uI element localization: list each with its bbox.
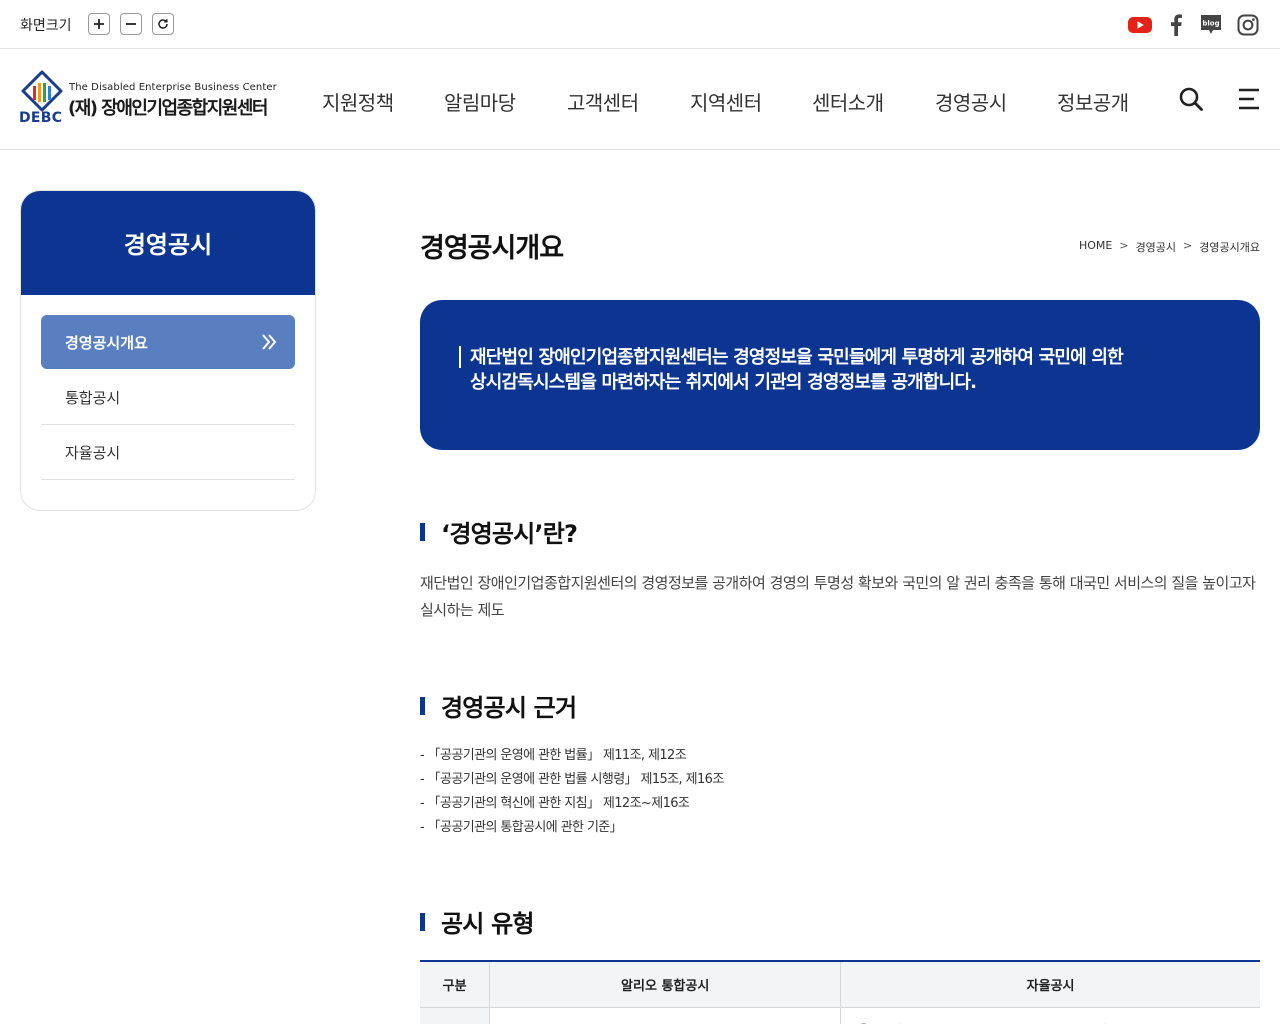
side-item-voluntary[interactable]: 자율공시: [41, 425, 295, 480]
banner-line-1: 재단법인 장애인기업종합지원센터는 경영정보을 국민들에게 투명하게 공개하여 …: [470, 347, 1124, 368]
section-marker: [420, 696, 425, 715]
table-header-voluntary: 자율공시: [840, 960, 1260, 1008]
side-item-integrated[interactable]: 통합공시: [41, 370, 295, 425]
table-header-category: 구분: [420, 960, 490, 1008]
section-marker: [420, 912, 425, 931]
hamburger-icon: [1239, 88, 1259, 110]
blog-icon: blog: [1201, 15, 1221, 34]
banner-line-2: 상시감독시스템을 마련하자는 취지에서 기관의 경영정보를 공개합니다.: [470, 372, 977, 393]
svg-text:blog: blog: [1202, 20, 1219, 28]
logo-abbreviation: DEBC: [19, 110, 63, 126]
gnb-item-disclosure[interactable]: 경영공시: [935, 87, 1007, 116]
gnb-item-support-policy[interactable]: 지원정책: [322, 87, 394, 116]
basis-list: - 「공공기관의 운영에 관한 법률」 제11조, 제12조 - 「공공기관의 …: [420, 744, 724, 840]
table-cell: 「공공기관의 운영에 관한 법률」 제11조에 따른 항목 중 센터 현안에 대: [840, 1007, 1260, 1024]
gnb-item-about[interactable]: 센터소개: [812, 87, 884, 116]
section-marker: [420, 522, 425, 541]
table-header-row: 구분 알리오 통합공시 자율공시: [420, 960, 1260, 1008]
zoom-in-button[interactable]: [88, 13, 110, 35]
facebook-link[interactable]: [1163, 12, 1189, 38]
plus-icon: [94, 19, 104, 29]
gnb-item-info-open[interactable]: 정보공개: [1057, 87, 1129, 116]
table-header-alio: 알리오 통합공시: [489, 960, 841, 1008]
breadcrumb: HOME > 경영공시 > 경영공시개요: [1079, 239, 1260, 255]
banner-text: 재단법인 장애인기업종합지원센터는 경영정보을 국민들에게 투명하게 공개하여 …: [470, 345, 1230, 395]
disclosure-type-table: 구분 알리오 통합공시 자율공시 「공공기관의 운영에 관한 법률」 제11조에…: [420, 960, 1260, 1024]
site-logo[interactable]: The Disabled Enterprise Business Center …: [18, 70, 284, 128]
side-menu-title: 경영공시: [21, 191, 315, 295]
blog-link[interactable]: blog: [1198, 12, 1224, 38]
instagram-link[interactable]: [1235, 12, 1261, 38]
table-cell: [420, 1007, 490, 1024]
youtube-icon: [1128, 17, 1152, 33]
youtube-link[interactable]: [1127, 12, 1153, 38]
logo-english-name: The Disabled Enterprise Business Center: [69, 82, 277, 93]
section-body-what: 재단법인 장애인기업종합지원센터의 경영정보를 공개하여 경영의 투명성 확보와…: [420, 574, 1256, 619]
side-menu: 경영공시 경영공시개요 통합공시 자율공시: [20, 190, 316, 511]
basis-item: - 「공공기관의 운영에 관한 법률 시행령」 제15조, 제16조: [420, 772, 724, 787]
double-chevron-right-icon: [262, 334, 277, 350]
section-title-text: 공시 유형: [441, 910, 534, 938]
side-item-label: 경영공시개요: [65, 333, 148, 352]
breadcrumb-disclosure[interactable]: 경영공시: [1136, 239, 1176, 255]
search-icon: [1179, 87, 1203, 111]
banner-accent-bar: [459, 346, 461, 368]
logo-korean-name: (재) 장애인기업종합지원센터: [68, 98, 268, 119]
breadcrumb-separator-icon: >: [1119, 239, 1129, 252]
side-item-overview[interactable]: 경영공시개요: [41, 315, 295, 369]
gnb-item-notice[interactable]: 알림마당: [444, 87, 516, 116]
menu-button[interactable]: [1235, 85, 1263, 113]
refresh-icon: [158, 19, 168, 29]
site-header: The Disabled Enterprise Business Center …: [0, 49, 1280, 150]
utility-bar: 화면크기 blog: [0, 0, 1280, 49]
intro-banner: 재단법인 장애인기업종합지원센터는 경영정보을 국민들에게 투명하게 공개하여 …: [420, 300, 1260, 450]
minus-icon: [126, 23, 136, 25]
instagram-icon: [1237, 14, 1259, 36]
zoom-reset-button[interactable]: [152, 13, 174, 35]
table-cell: [489, 1007, 841, 1024]
breadcrumb-separator-icon: >: [1183, 239, 1193, 252]
zoom-out-button[interactable]: [120, 13, 142, 35]
gnb-item-regional-center[interactable]: 지역센터: [690, 87, 762, 116]
breadcrumb-current: 경영공시개요: [1199, 241, 1260, 254]
basis-item: - 「공공기관의 운영에 관한 법률」 제11조, 제12조: [420, 748, 687, 763]
gnb-item-customer-center[interactable]: 고객센터: [567, 87, 639, 116]
facebook-icon: [1171, 14, 1182, 36]
section-title-text: ‘경영공시’란?: [441, 520, 578, 548]
section-title-basis: 경영공시 근거: [420, 688, 577, 723]
table-row: 「공공기관의 운영에 관한 법률」 제11조에 따른 항목 중 센터 현안에 대: [420, 1007, 1260, 1024]
font-size-label: 화면크기: [20, 18, 72, 34]
section-title-types: 공시 유형: [420, 904, 534, 939]
debc-logo-icon: [21, 70, 63, 112]
basis-item: - 「공공기관의 통합공시에 관한 기준」: [420, 820, 623, 835]
section-title-text: 경영공시 근거: [441, 694, 577, 722]
search-button[interactable]: [1177, 85, 1205, 113]
breadcrumb-home[interactable]: HOME: [1079, 239, 1112, 255]
section-title-what: ‘경영공시’란?: [420, 514, 578, 549]
page-title: 경영공시개요: [420, 233, 564, 264]
basis-item: - 「공공기관의 혁신에 관한 지침」 제12조~제16조: [420, 796, 690, 811]
